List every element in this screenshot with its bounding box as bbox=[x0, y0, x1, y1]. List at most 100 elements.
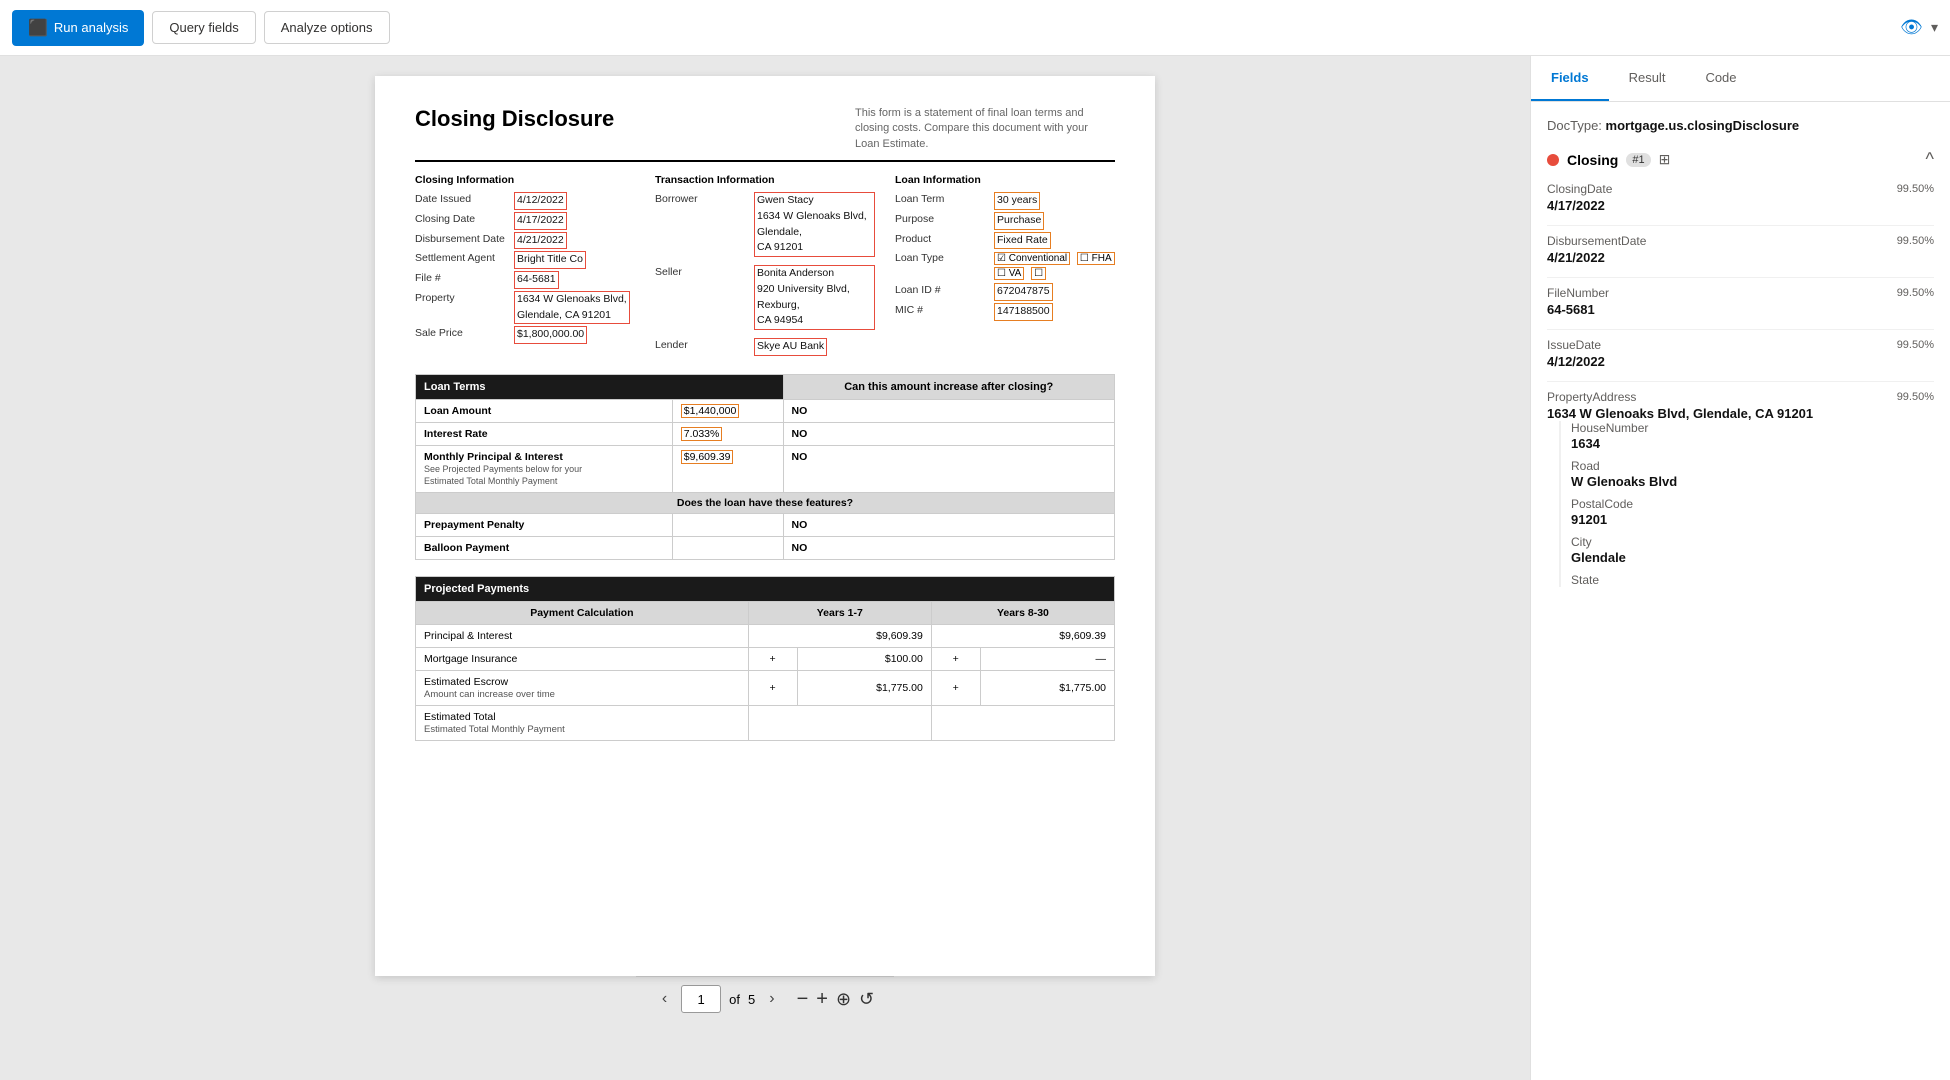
mi-val2: — bbox=[980, 647, 1114, 670]
estimated-total-sublabel: Estimated Total Monthly Payment bbox=[424, 724, 565, 735]
interest-rate-label: Interest Rate bbox=[416, 422, 673, 445]
loan-type-value: ☑ Conventional ☐ FHA ☐ VA ☐ bbox=[994, 251, 1115, 281]
analyze-options-label: Analyze options bbox=[281, 20, 373, 35]
zoom-fit-button[interactable]: ⊕ bbox=[836, 989, 851, 1010]
road-subfield-value: W Glenoaks Blvd bbox=[1571, 474, 1934, 489]
tab-fields[interactable]: Fields bbox=[1531, 56, 1609, 101]
doctype-value: mortgage.us.closingDisclosure bbox=[1606, 118, 1800, 133]
mi-plus2: + bbox=[931, 647, 980, 670]
toolbar-right: 👁 ▾ bbox=[1900, 17, 1938, 38]
loan-terms-table: Loan Terms Can this amount increase afte… bbox=[415, 374, 1115, 560]
collapse-button[interactable]: ^ bbox=[1926, 149, 1934, 170]
disbursement-date-field-value: 4/21/2022 bbox=[1547, 250, 1934, 265]
tab-code[interactable]: Code bbox=[1685, 56, 1756, 101]
road-subfield: Road W Glenoaks Blvd bbox=[1571, 459, 1934, 489]
run-analysis-button[interactable]: ⬛ Run analysis bbox=[12, 10, 144, 46]
property-address-confidence: 99.50% bbox=[1897, 391, 1934, 403]
can-increase-header: Can this amount increase after closing? bbox=[783, 374, 1114, 399]
property-label: Property bbox=[415, 291, 510, 325]
issue-date-field-header: IssueDate 99.50% bbox=[1547, 338, 1934, 352]
payment-calc-header: Payment Calculation bbox=[416, 601, 749, 624]
doc-header-row: Closing Disclosure This form is a statem… bbox=[415, 106, 1115, 162]
grid-icon[interactable]: ⊞ bbox=[1659, 151, 1671, 168]
tab-result[interactable]: Result bbox=[1609, 56, 1686, 101]
query-fields-button[interactable]: Query fields bbox=[152, 11, 255, 44]
prev-page-button[interactable]: ‹ bbox=[656, 986, 673, 1012]
disbursement-date-field: DisbursementDate 99.50% 4/21/2022 bbox=[1547, 234, 1934, 265]
monthly-pi-label: Monthly Principal & Interest See Project… bbox=[416, 445, 673, 492]
zoom-out-button[interactable]: − bbox=[797, 988, 809, 1011]
loan-info-header: Loan Information bbox=[895, 174, 1115, 186]
closing-date-row: Closing Date 4/17/2022 bbox=[415, 212, 635, 230]
mic-row: MIC # 147188500 bbox=[895, 303, 1115, 321]
date-issued-label: Date Issued bbox=[415, 192, 510, 210]
mi-plus1: + bbox=[748, 647, 797, 670]
house-number-subfield-value: 1634 bbox=[1571, 436, 1934, 451]
prepayment-penalty-row: Prepayment Penalty NO bbox=[416, 513, 1115, 536]
eye-icon[interactable]: 👁 bbox=[1900, 17, 1923, 38]
purpose-label: Purpose bbox=[895, 212, 990, 230]
mortgage-insurance-row: Mortgage Insurance + $100.00 + — bbox=[416, 647, 1115, 670]
escrow-plus1: + bbox=[748, 670, 797, 705]
loan-info-section: Loan Information Loan Term 30 years Purp… bbox=[875, 174, 1115, 358]
disbursement-date-label: Disbursement Date bbox=[415, 232, 510, 250]
projected-header-row: Projected Payments bbox=[416, 576, 1115, 601]
transaction-info-section: Transaction Information Borrower Gwen St… bbox=[635, 174, 875, 358]
years-8-30-header: Years 8-30 bbox=[931, 601, 1114, 624]
property-address-field-header: PropertyAddress 99.50% bbox=[1547, 390, 1934, 404]
product-label: Product bbox=[895, 232, 990, 250]
postal-code-subfield-value: 91201 bbox=[1571, 512, 1934, 527]
pi-projected-val2: $9,609.39 bbox=[931, 624, 1114, 647]
doc-subtitle: This form is a statement of final loan t… bbox=[855, 106, 1115, 152]
settlement-agent-row: Settlement Agent Bright Title Co bbox=[415, 251, 635, 269]
interest-rate-answer: NO bbox=[783, 422, 1114, 445]
disbursement-date-row: Disbursement Date 4/21/2022 bbox=[415, 232, 635, 250]
estimated-escrow-row: Estimated Escrow Amount can increase ove… bbox=[416, 670, 1115, 705]
seller-row: Seller Bonita Anderson920 University Blv… bbox=[655, 265, 875, 330]
closing-date-confidence: 99.50% bbox=[1897, 183, 1934, 195]
loan-type-label: Loan Type bbox=[895, 251, 990, 281]
main-layout: Closing Disclosure This form is a statem… bbox=[0, 56, 1950, 1080]
page-number-input[interactable] bbox=[681, 985, 721, 1013]
disbursement-date-confidence: 99.50% bbox=[1897, 235, 1934, 247]
settlement-agent-label: Settlement Agent bbox=[415, 251, 510, 269]
projected-col-header: Payment Calculation Years 1-7 Years 8-30 bbox=[416, 601, 1115, 624]
next-page-button[interactable]: › bbox=[763, 986, 780, 1012]
pi-projected-label: Principal & Interest bbox=[416, 624, 749, 647]
file-number-label: File # bbox=[415, 271, 510, 289]
purpose-value: Purchase bbox=[994, 212, 1044, 230]
panel-tabs: Fields Result Code bbox=[1531, 56, 1950, 102]
escrow-sublabel: Amount can increase over time bbox=[424, 689, 555, 700]
loan-amount-value: $1,440,000 bbox=[672, 399, 783, 422]
file-number-field: FileNumber 99.50% 64-5681 bbox=[1547, 286, 1934, 317]
closing-info-section: Closing Information Date Issued 4/12/202… bbox=[415, 174, 635, 358]
estimated-total-row: Estimated Total Estimated Total Monthly … bbox=[416, 705, 1115, 740]
mic-label: MIC # bbox=[895, 303, 990, 321]
property-value: 1634 W Glenoaks Blvd,Glendale, CA 91201 bbox=[514, 291, 630, 325]
zoom-reset-button[interactable]: ↺ bbox=[859, 989, 874, 1010]
mortgage-insurance-label: Mortgage Insurance bbox=[416, 647, 749, 670]
property-address-subfields: HouseNumber 1634 Road W Glenoaks Blvd Po… bbox=[1559, 421, 1934, 587]
analyze-options-button[interactable]: Analyze options bbox=[264, 11, 390, 44]
date-issued-value: 4/12/2022 bbox=[514, 192, 567, 210]
sale-price-label: Sale Price bbox=[415, 326, 510, 344]
borrower-label: Borrower bbox=[655, 192, 750, 257]
estimated-total-val1 bbox=[748, 705, 931, 740]
chevron-down-icon[interactable]: ▾ bbox=[1931, 19, 1938, 36]
prepayment-penalty-space bbox=[672, 513, 783, 536]
closing-section-header: Closing #1 ⊞ ^ bbox=[1547, 149, 1934, 170]
postal-code-subfield: PostalCode 91201 bbox=[1571, 497, 1934, 527]
principal-interest-projected-row: Principal & Interest $9,609.39 $9,609.39 bbox=[416, 624, 1115, 647]
panel-body: DocType: mortgage.us.closingDisclosure C… bbox=[1531, 102, 1950, 1080]
monthly-pi-answer: NO bbox=[783, 445, 1114, 492]
loan-type-row: Loan Type ☑ Conventional ☐ FHA ☐ VA ☐ bbox=[895, 251, 1115, 281]
borrower-row: Borrower Gwen Stacy1634 W Glenoaks Blvd,… bbox=[655, 192, 875, 257]
page-separator: of bbox=[729, 992, 740, 1007]
doctype-label: DocType: bbox=[1547, 118, 1602, 133]
loan-term-row: Loan Term 30 years bbox=[895, 192, 1115, 210]
seller-value: Bonita Anderson920 University Blvd, Rexb… bbox=[754, 265, 875, 330]
zoom-in-button[interactable]: + bbox=[816, 988, 828, 1011]
monthly-pi-value: $9,609.39 bbox=[672, 445, 783, 492]
prepayment-penalty-label: Prepayment Penalty bbox=[416, 513, 673, 536]
closing-info-header: Closing Information bbox=[415, 174, 635, 186]
